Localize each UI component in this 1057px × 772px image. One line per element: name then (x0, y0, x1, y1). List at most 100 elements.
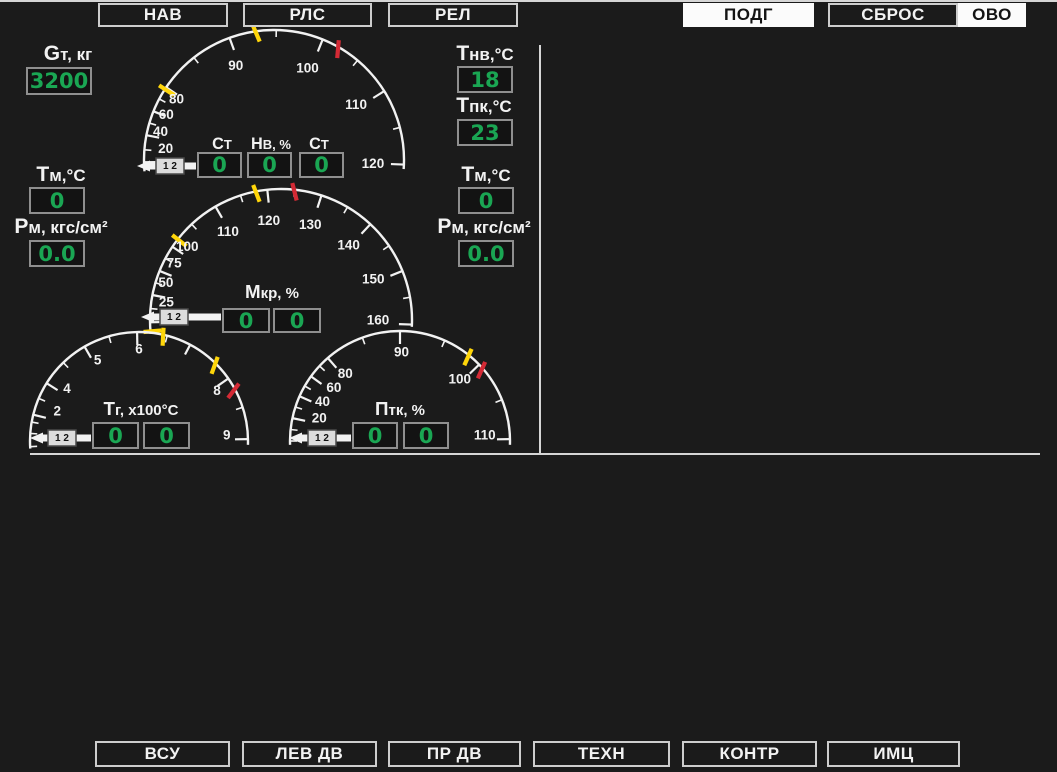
tick (300, 396, 312, 401)
param-label-tm-left: Тм,°С (21, 163, 101, 186)
param-label-pm-right: Рм, кгс/см² (434, 215, 534, 238)
tick (383, 246, 389, 250)
tick (144, 150, 151, 151)
tick (353, 60, 357, 65)
param-value-gt-fuel: 3200 (26, 67, 92, 95)
tick (47, 383, 58, 390)
param-value-tnv: 18 (457, 66, 513, 93)
rotor-speed-gauge-readout: 0 (299, 152, 344, 178)
scale-label: 8 (213, 383, 221, 398)
tick (362, 338, 364, 345)
compressor-rpm-gauge: 20406080901001101 2 (289, 331, 510, 446)
top-button-ovo[interactable]: ОВО (958, 3, 1026, 27)
scale-label: 50 (158, 275, 173, 290)
tick (311, 376, 322, 384)
param-label-tpk: Тпк,°С (434, 94, 534, 117)
bottom-button-lev-dv[interactable]: ЛЕВ ДВ (242, 741, 377, 767)
scale-label: 100 (176, 239, 199, 254)
compressor-rpm-gauge-readout: 0 (352, 422, 398, 449)
scale-label: 25 (159, 294, 175, 309)
scale-label: 120 (362, 156, 385, 171)
tick (295, 407, 302, 409)
scale-label: 120 (258, 213, 281, 228)
scale-label: 110 (217, 224, 239, 239)
tick (495, 400, 501, 403)
bottom-button-imts[interactable]: ИМЦ (827, 741, 960, 767)
needle-tag-label: 1 2 (315, 433, 329, 444)
top-button-nav[interactable]: НАВ (98, 3, 228, 27)
tick (192, 224, 197, 229)
tick (150, 309, 157, 310)
tick (33, 415, 46, 418)
gas-temp-gauge-readout: 0 (92, 422, 139, 449)
tick (373, 91, 384, 98)
mfd-engine-page: 20406080901001101201 2255075100110120130… (0, 0, 1057, 772)
scale-label: 9 (223, 427, 231, 442)
tick (194, 58, 198, 64)
top-button-rel[interactable]: РЕЛ (388, 3, 518, 27)
tick (361, 224, 370, 234)
limit-mark-yellow (253, 25, 260, 42)
scale-label: 60 (159, 107, 174, 122)
tick (317, 195, 321, 207)
tick (344, 207, 348, 213)
top-button-sbros[interactable]: СБРОС (828, 3, 958, 27)
tick (292, 418, 305, 421)
tick (241, 195, 243, 202)
bottom-button-pr-dv[interactable]: ПР ДВ (388, 741, 521, 767)
scale-label: 110 (474, 428, 496, 443)
scale-label: 140 (337, 237, 360, 252)
compressor-rpm-gauge-readout: 0 (403, 422, 449, 449)
rotor-speed-gauge-title: НВ, % (251, 136, 291, 152)
rotor-speed-gauge-readout: 0 (197, 152, 242, 178)
top-button-rls[interactable]: РЛС (243, 3, 372, 27)
gas-temp-gauge-title: Тг, x100°C (104, 400, 179, 419)
limit-mark-red (337, 40, 339, 58)
gas-temp-gauge: 2456891 2 (30, 328, 248, 449)
param-value-pm-left: 0.0 (29, 240, 85, 267)
torque-gauge-readout: 0 (273, 308, 321, 333)
top-button-podg[interactable]: ПОДГ (683, 3, 814, 27)
torque-gauge-title: Мкр, % (245, 283, 299, 302)
scale-label: 2 (53, 404, 61, 419)
scale-label: 60 (326, 380, 341, 395)
tick (328, 358, 337, 368)
tick (267, 190, 268, 203)
needle-tag-label: 1 2 (163, 161, 177, 172)
param-label-tnv: Тнв,°С (435, 42, 535, 65)
torque-gauge-readout: 0 (222, 308, 270, 333)
tick (305, 386, 311, 390)
scale-label: 110 (345, 97, 367, 112)
scale-label: 6 (135, 342, 143, 357)
bottom-button-tekhn[interactable]: ТЕХН (533, 741, 670, 767)
bottom-button-kontr[interactable]: КОНТР (682, 741, 817, 767)
scale-label: 80 (169, 92, 184, 107)
param-value-tm-right: 0 (458, 187, 514, 214)
gas-temp-gauge-readout: 0 (143, 422, 190, 449)
scale-label: 4 (63, 381, 71, 396)
needle-tag-label: 1 2 (55, 433, 69, 444)
tick (390, 271, 402, 276)
needle-tag-label: 1 2 (167, 312, 181, 323)
rotor-speed-gauge-title: СТ (309, 136, 329, 152)
tick (442, 341, 445, 347)
scale-label: 80 (338, 366, 353, 381)
scale-label: 40 (315, 394, 330, 409)
scale-label: 20 (312, 410, 327, 425)
param-label-pm-left: Рм, кгс/см² (11, 215, 111, 238)
tick (216, 207, 223, 218)
scale-label: 150 (362, 271, 385, 286)
param-label-tm-right: Тм,°С (436, 163, 536, 186)
needle-pointer: 1 2 (137, 158, 196, 174)
tick (32, 422, 39, 423)
scale-label: 90 (394, 345, 409, 360)
bottom-button-vsu[interactable]: ВСУ (95, 741, 230, 767)
tick (185, 345, 190, 355)
tick (318, 39, 323, 51)
tick (403, 297, 410, 298)
param-label-gt-fuel: Gт, кг (18, 42, 118, 65)
limit-mark-yellow (253, 185, 259, 202)
tick (159, 99, 165, 102)
tick (165, 336, 167, 343)
tick (39, 398, 45, 401)
